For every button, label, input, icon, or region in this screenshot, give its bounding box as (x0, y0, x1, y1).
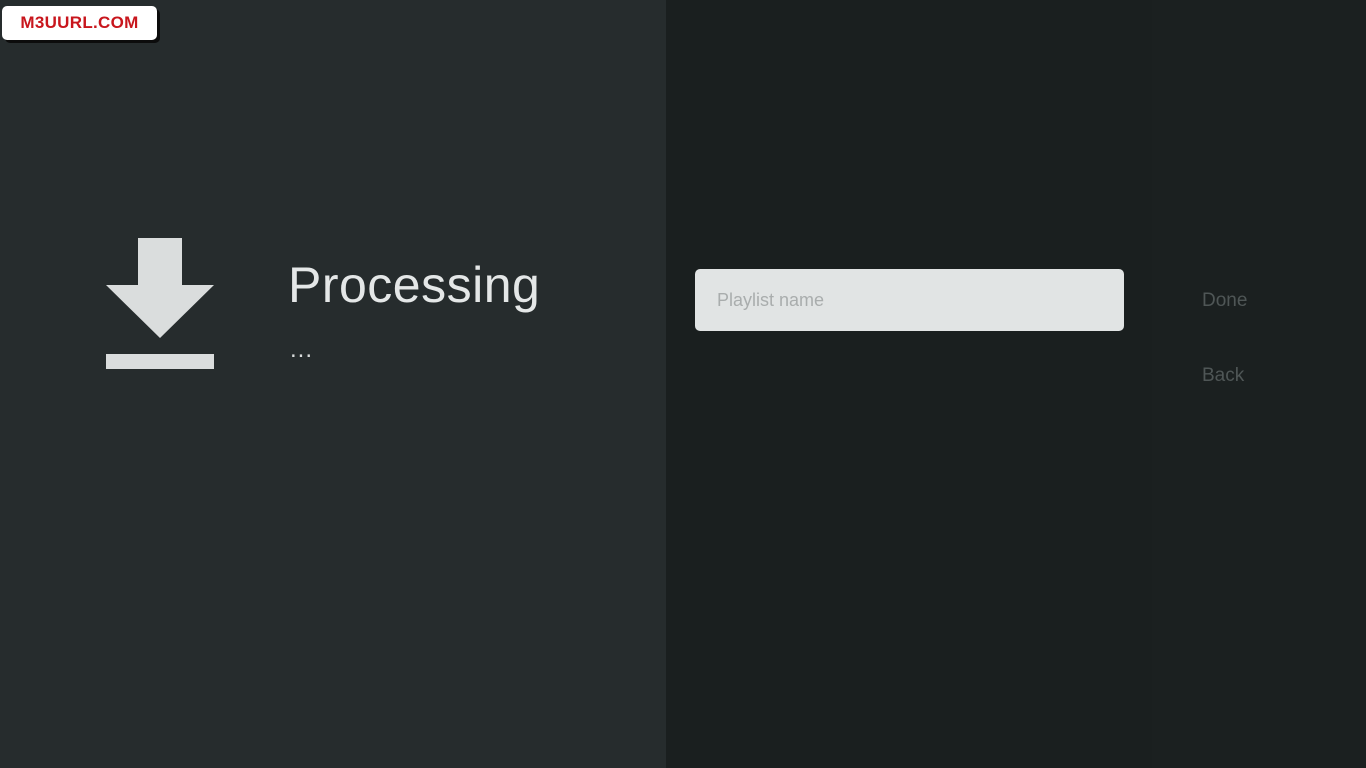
download-icon (106, 238, 214, 369)
guidance-panel (0, 0, 666, 768)
actions-panel (666, 0, 1366, 768)
page-title: Processing (288, 257, 541, 313)
playlist-name-input[interactable] (715, 288, 1104, 312)
watermark-text: M3UURL.COM (20, 13, 139, 32)
done-button[interactable]: Done (1202, 290, 1247, 312)
actions-column (1152, 0, 1366, 768)
playlist-name-field[interactable] (695, 269, 1124, 331)
page-subtitle: ... (290, 336, 314, 363)
back-button[interactable]: Back (1202, 365, 1244, 387)
screen: M3UURL.COM Processing ... Done Back (0, 0, 1366, 768)
site-watermark: M3UURL.COM (2, 6, 157, 40)
